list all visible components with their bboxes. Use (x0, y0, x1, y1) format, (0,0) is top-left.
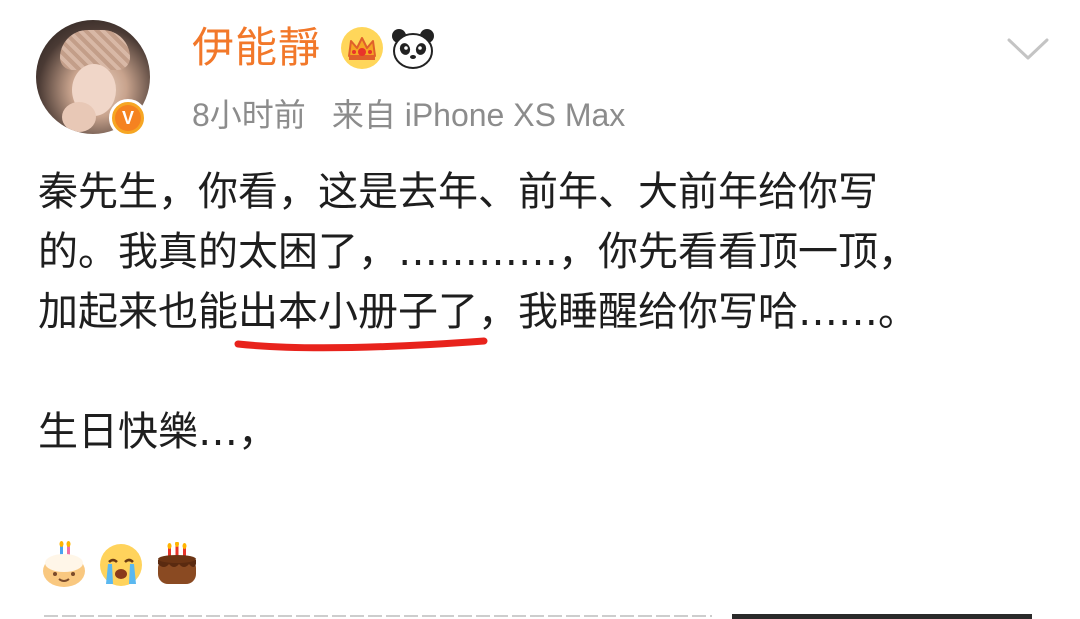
post-text-line: 秦先生，你看，这是去年、前年、大前年给你写 (38, 169, 878, 215)
underlined-phrase: 出本小册子了 (234, 282, 488, 352)
post-body: 秦先生，你看，这是去年、前年、大前年给你写 的。我真的太困了，…………，你先看看… (38, 162, 1048, 462)
verified-badge: V (109, 99, 147, 137)
image-preview-text-fragment (44, 615, 712, 617)
underlined-phrase-text: 出本小册子了 (238, 289, 478, 335)
chevron-down-icon[interactable] (1006, 34, 1050, 64)
post-text-line: 生日快樂…， (38, 409, 278, 455)
post-header: V 伊能靜 8小时前 来自 iPhone XS Max (0, 0, 1080, 150)
cake-icon (158, 542, 196, 584)
post-meta: 8小时前 来自 iPhone XS Max (192, 94, 625, 136)
post-source: 来自 iPhone XS Max (331, 97, 626, 133)
emoji-row (40, 540, 200, 590)
birthday-cake-icon (43, 541, 85, 587)
image-preview-left-edge[interactable] (44, 612, 712, 619)
verified-mark: V (115, 105, 141, 131)
avatar-hand (62, 102, 96, 132)
crying-face-icon (100, 544, 142, 586)
panda-icon[interactable] (390, 26, 436, 72)
post-text-segment: ，我睡醒给你写哈……。 (478, 289, 918, 335)
red-underline-mark (234, 337, 488, 352)
post-time: 8小时前 (192, 97, 306, 133)
post-text-line: 的。我真的太困了，…………，你先看看顶一顶， (38, 229, 918, 275)
post-text-segment: 加起来也能 (38, 289, 238, 335)
username[interactable]: 伊能靜 (192, 22, 321, 74)
avatar-wrap[interactable]: V (36, 20, 150, 137)
post-text-line: 加起来也能出本小册子了 ，我睡醒给你写哈……。 (38, 282, 1048, 352)
crown-icon[interactable] (340, 26, 384, 70)
image-preview-right-edge[interactable] (732, 614, 1032, 619)
